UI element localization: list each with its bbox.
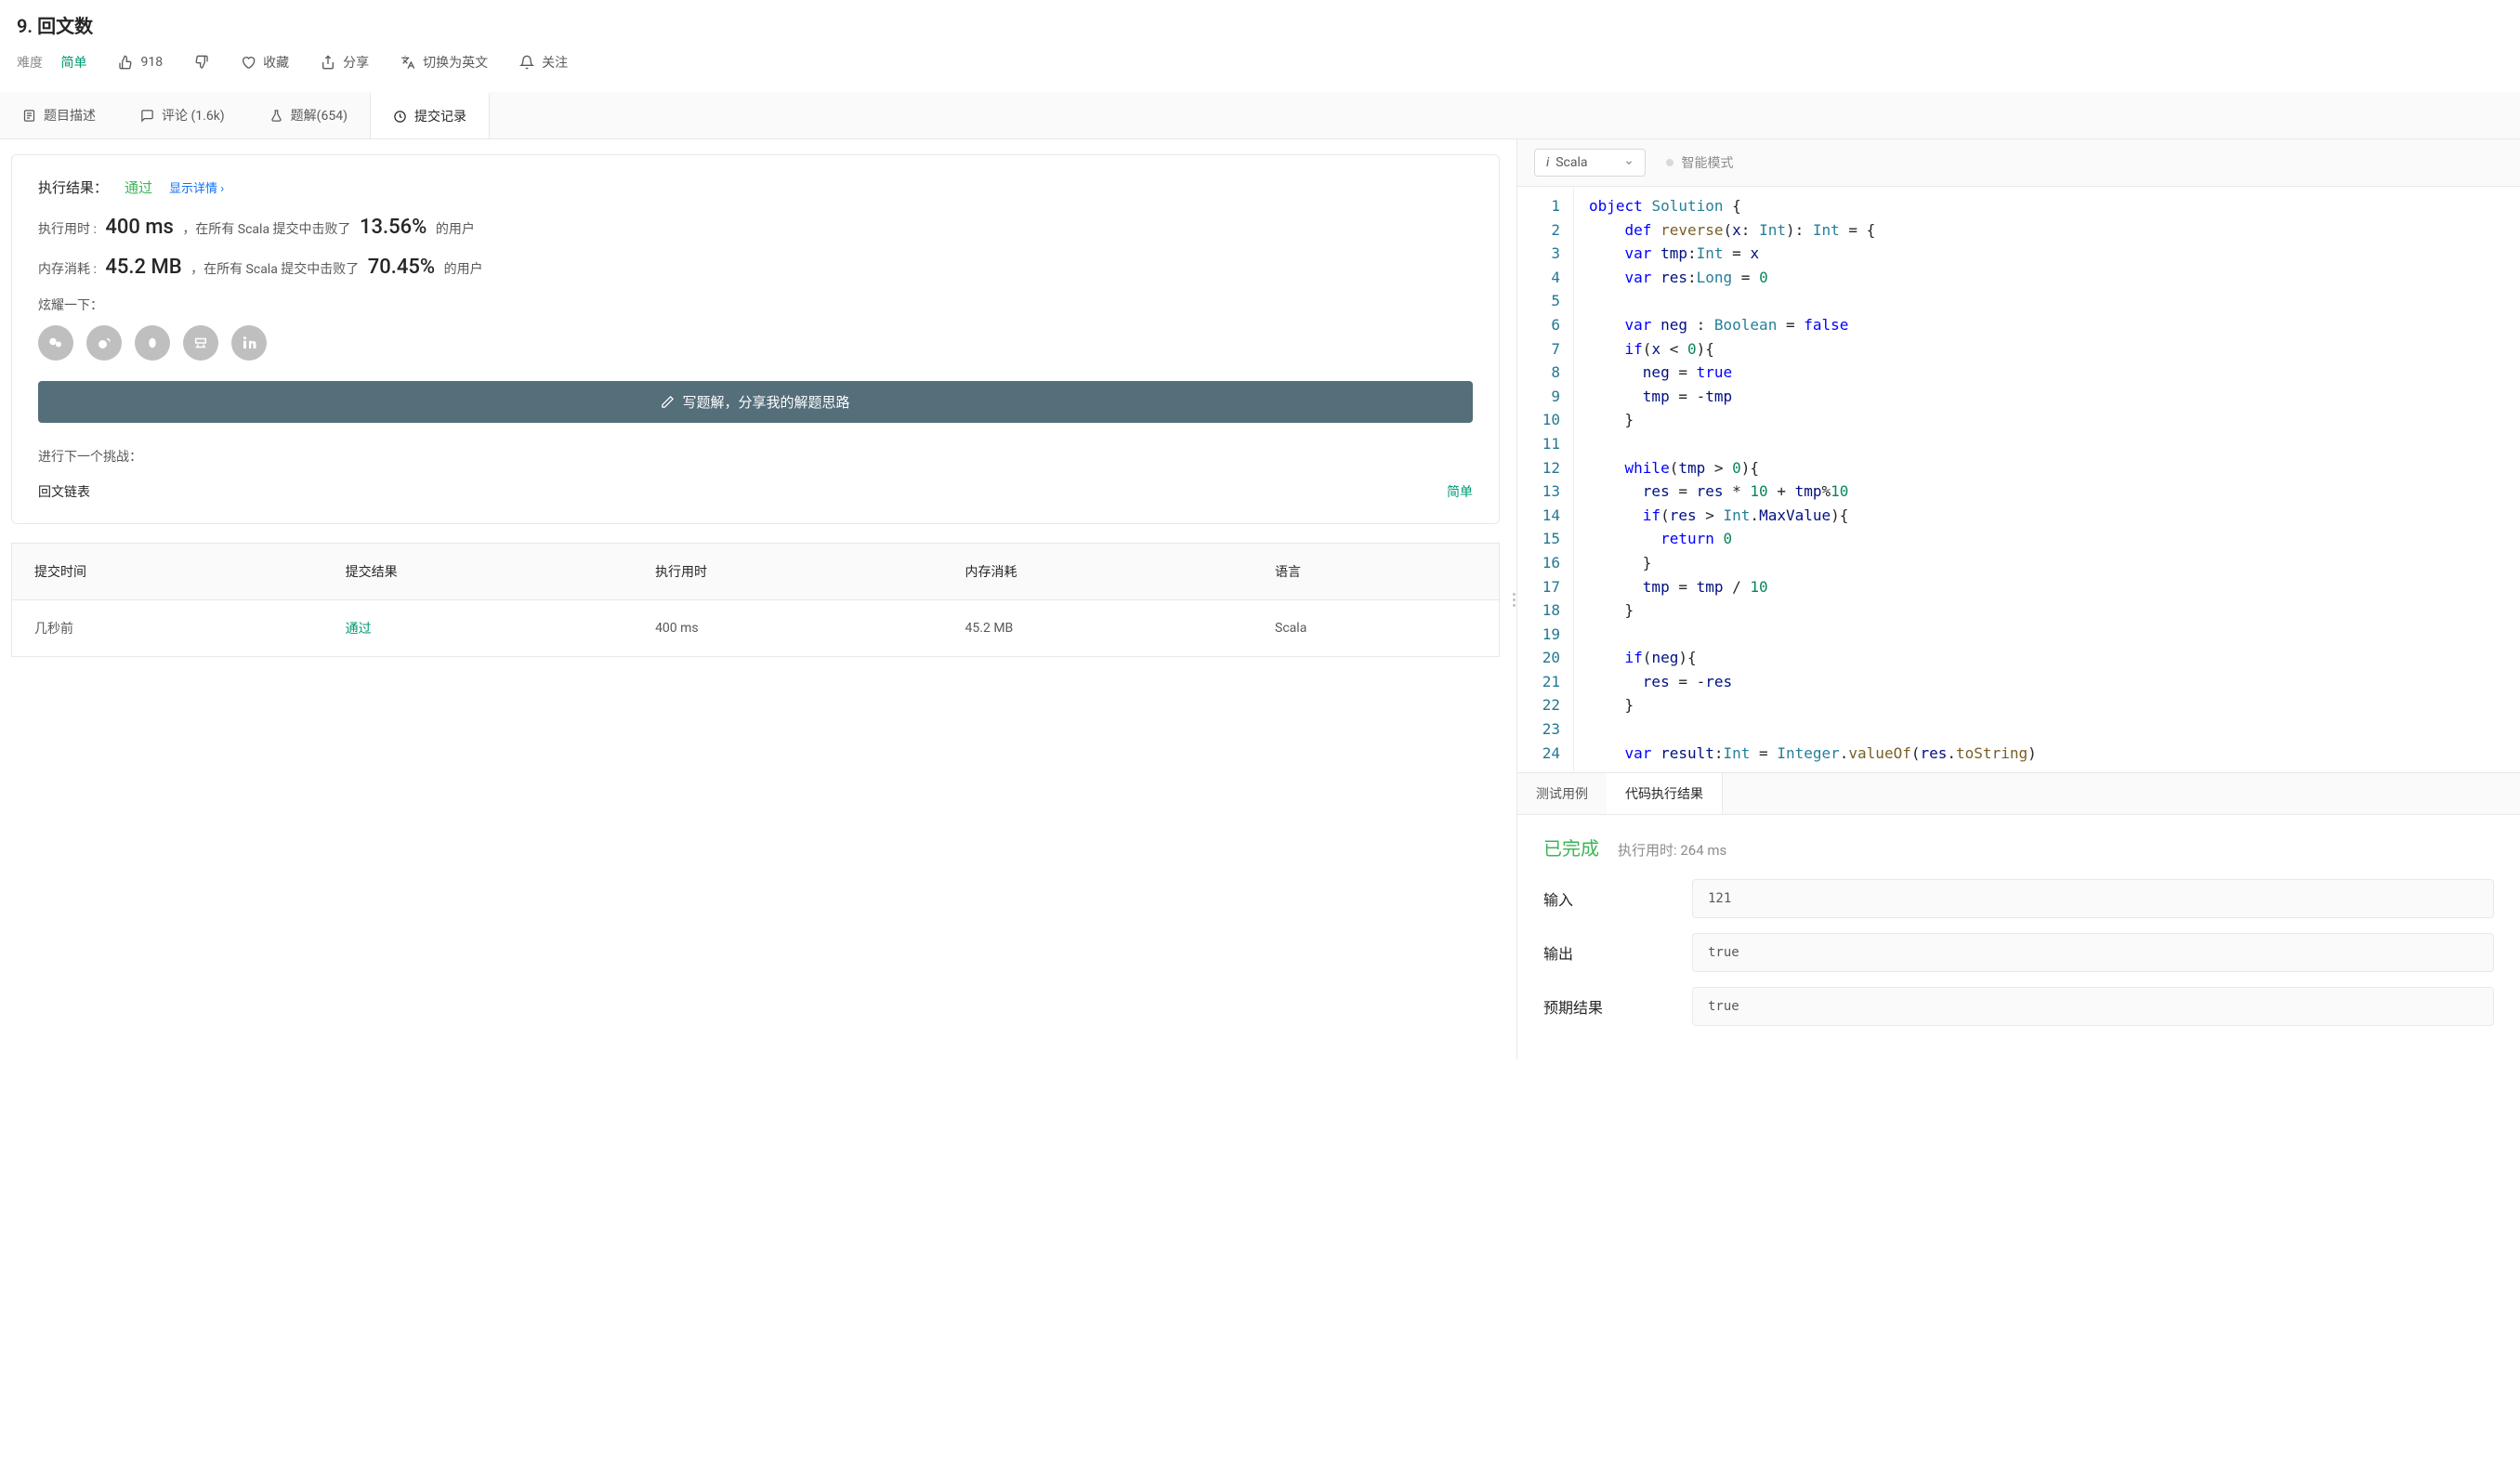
language-select[interactable]: i Scala	[1534, 149, 1646, 177]
show-detail-link[interactable]: 显示详情 ›	[169, 178, 224, 196]
result-tab-bar: 测试用例 代码执行结果	[1517, 772, 2520, 815]
heart-icon	[241, 55, 256, 70]
next-challenge-label: 进行下一个挑战：	[38, 447, 1473, 466]
douban-share-icon[interactable]	[183, 325, 218, 361]
left-pane: 执行结果： 通过 显示详情 › 执行用时 : 400 ms ，在所有 Scala…	[0, 139, 1511, 1059]
share-button[interactable]: 分享	[321, 53, 369, 72]
next-problem-difficulty: 简单	[1447, 482, 1473, 501]
next-problem-link[interactable]: 回文链表	[38, 482, 90, 501]
result-card: 执行结果： 通过 显示详情 › 执行用时 : 400 ms ，在所有 Scala…	[11, 154, 1500, 524]
run-result-panel: 已完成 执行用时: 264 ms 输入 121 输出 true 预期结果 tru…	[1517, 815, 2520, 1059]
run-status: 已完成	[1543, 834, 1599, 861]
comment-icon	[140, 109, 154, 123]
runtime-stat: 执行用时 : 400 ms ，在所有 Scala 提交中击败了 13.56% 的…	[38, 216, 1473, 239]
problem-header: 9. 回文数 难度 简单 918 收藏	[0, 0, 2520, 75]
problem-title: 9. 回文数	[17, 11, 2503, 38]
tab-bar: 题目描述 评论 (1.6k) 题解(654) 提交记录	[0, 92, 2520, 139]
translate-icon	[400, 55, 415, 70]
wechat-share-icon[interactable]	[38, 325, 73, 361]
tab-submissions[interactable]: 提交记录	[370, 92, 490, 138]
table-header-row: 提交时间 提交结果 执行用时 内存消耗 语言	[12, 544, 1500, 600]
expected-value: true	[1692, 987, 2494, 1026]
share-icon	[321, 55, 335, 70]
difficulty: 难度 简单	[17, 53, 86, 72]
input-value: 121	[1692, 879, 2494, 918]
submissions-table: 提交时间 提交结果 执行用时 内存消耗 语言 几秒前 通过 400 ms 45.…	[11, 543, 1500, 657]
clock-icon	[393, 110, 407, 124]
tab-testcase[interactable]: 测试用例	[1517, 773, 1607, 814]
tab-run-result[interactable]: 代码执行结果	[1607, 773, 1723, 814]
dot-icon	[1666, 159, 1673, 166]
tab-comments[interactable]: 评论 (1.6k)	[118, 92, 247, 138]
expected-label: 预期结果	[1543, 995, 1692, 1018]
thumbs-down-icon	[194, 55, 209, 70]
tab-solutions[interactable]: 题解(654)	[247, 92, 370, 138]
memory-stat: 内存消耗 : 45.2 MB ，在所有 Scala 提交中击败了 70.45% …	[38, 256, 1473, 279]
code-content[interactable]: object Solution { def reverse(x: Int): I…	[1573, 187, 2520, 772]
share-label: 炫耀一下：	[38, 296, 1473, 314]
result-label: 执行结果：	[38, 177, 108, 197]
weibo-share-icon[interactable]	[86, 325, 122, 361]
dislike-button[interactable]	[194, 55, 209, 70]
switch-lang-button[interactable]: 切换为英文	[400, 53, 488, 72]
smart-mode-toggle[interactable]: 智能模式	[1666, 153, 1733, 172]
flask-icon	[269, 109, 283, 123]
right-pane: i Scala 智能模式 123456789101112131415161718…	[1516, 139, 2520, 1059]
bell-icon	[519, 55, 534, 70]
favorite-button[interactable]: 收藏	[241, 53, 289, 72]
linkedin-share-icon[interactable]	[231, 325, 267, 361]
thumbs-up-icon	[118, 55, 133, 70]
line-gutter: 123456789101112131415161718192021222324	[1517, 187, 1573, 772]
follow-button[interactable]: 关注	[519, 53, 568, 72]
output-label: 输出	[1543, 941, 1692, 964]
code-editor[interactable]: 123456789101112131415161718192021222324 …	[1517, 187, 2520, 772]
qq-share-icon[interactable]	[135, 325, 170, 361]
document-icon	[22, 109, 36, 123]
chevron-down-icon	[1624, 158, 1634, 167]
write-solution-button[interactable]: 写题解，分享我的解题思路	[38, 381, 1473, 423]
run-time: 执行用时: 264 ms	[1618, 840, 1726, 860]
like-button[interactable]: 918	[118, 55, 163, 70]
tab-description[interactable]: 题目描述	[0, 92, 118, 138]
result-status: 通过	[125, 177, 152, 197]
input-label: 输入	[1543, 887, 1692, 910]
table-row[interactable]: 几秒前 通过 400 ms 45.2 MB Scala	[12, 600, 1500, 657]
output-value: true	[1692, 933, 2494, 972]
pencil-icon	[661, 395, 675, 409]
